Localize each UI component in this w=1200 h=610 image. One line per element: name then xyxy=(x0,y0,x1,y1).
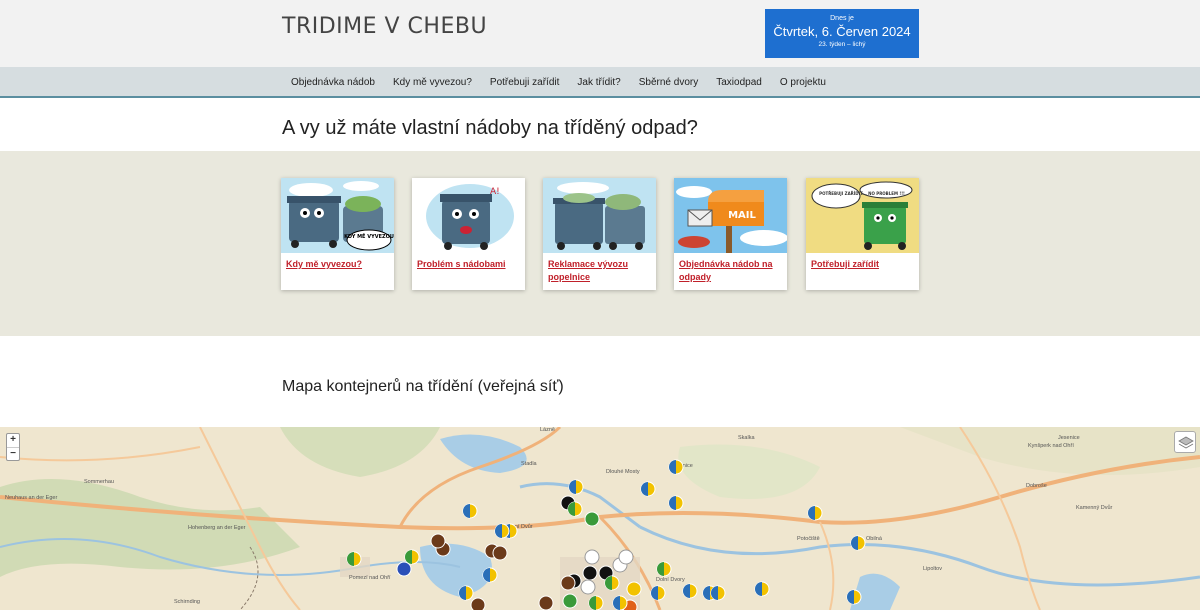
container-marker[interactable] xyxy=(560,575,576,591)
layers-icon xyxy=(1178,436,1194,449)
card-potrebuji-zaridit[interactable]: POTŘEBUJI ZAŘÍDIT... NO PROBLEM !!! Potř… xyxy=(806,178,919,290)
card-image-text: POTŘEBUJI ZAŘÍDIT... NO PROBLEM !!! xyxy=(819,191,905,196)
container-marker[interactable] xyxy=(470,597,486,610)
overflowing-bins-image xyxy=(543,178,656,253)
container-marker[interactable] xyxy=(846,589,862,605)
container-marker[interactable] xyxy=(492,545,508,561)
card-image-text: KDY MĚ VYVEZOU xyxy=(344,232,394,240)
layers-button[interactable] xyxy=(1174,431,1196,453)
logo-text: TRIDIME V CHEBU xyxy=(282,14,488,39)
site-logo[interactable]: TRIDIME V CHEBU xyxy=(282,14,487,39)
nav-item-kdy-me-vyvezou[interactable]: Kdy mě vyvezou? xyxy=(393,77,472,88)
card-label[interactable]: Problém s nádobami xyxy=(412,253,525,271)
map-title: Mapa kontejnerů na třídění (veřejná síť) xyxy=(282,378,564,395)
date-box: Dnes je Čtvrtek, 6. Červen 2024 23. týde… xyxy=(765,9,919,58)
container-marker[interactable] xyxy=(682,583,698,599)
container-marker[interactable] xyxy=(754,581,770,597)
container-marker[interactable] xyxy=(850,535,866,551)
container-marker[interactable] xyxy=(618,549,634,565)
container-marker[interactable] xyxy=(538,595,554,610)
card-reklamace-vyvozu[interactable]: Reklamace vývozu popelnice xyxy=(543,178,656,290)
container-marker[interactable] xyxy=(710,585,726,601)
containers-map[interactable]: + − Lázně Stadla Dlouhé Mosty Hohenberg … xyxy=(0,427,1200,610)
nav-item-o-projektu[interactable]: O projektu xyxy=(780,77,826,88)
container-marker[interactable] xyxy=(346,551,362,567)
container-marker[interactable] xyxy=(494,523,510,539)
container-marker[interactable] xyxy=(568,479,584,495)
nav-item-sberne-dvory[interactable]: Sběrné dvory xyxy=(639,77,698,88)
date-line1: Dnes je xyxy=(830,15,854,22)
container-marker[interactable] xyxy=(612,595,628,610)
zoom-out-button[interactable]: − xyxy=(7,447,19,460)
container-marker[interactable] xyxy=(626,581,642,597)
card-label[interactable]: Potřebuji zařídit xyxy=(806,253,919,271)
container-marker[interactable] xyxy=(604,575,620,591)
container-marker[interactable] xyxy=(582,565,598,581)
container-marker[interactable] xyxy=(580,579,596,595)
zoom-control: + − xyxy=(6,433,20,461)
container-marker[interactable] xyxy=(396,561,412,577)
container-marker[interactable] xyxy=(458,585,474,601)
card-problem-s-nadobami[interactable]: A! Problém s nádobami xyxy=(412,178,525,290)
nav-item-jak-tridit[interactable]: Jak třídit? xyxy=(577,77,620,88)
broken-bin-cartoon-image: A! xyxy=(412,178,525,253)
container-marker[interactable] xyxy=(584,549,600,565)
container-marker[interactable] xyxy=(584,511,600,527)
card-label[interactable]: Objednávka nádob na odpady xyxy=(674,253,787,284)
container-marker[interactable] xyxy=(430,533,446,549)
container-marker[interactable] xyxy=(482,567,498,583)
nav-item-potrebuji-zaridit[interactable]: Potřebuji zařídit xyxy=(490,77,559,88)
container-marker[interactable] xyxy=(650,585,666,601)
card-image-text: MAIL xyxy=(728,210,756,221)
bins-cartoon-image: KDY MĚ VYVEZOU xyxy=(281,178,394,253)
card-label[interactable]: Kdy mě vyvezou? xyxy=(281,253,394,271)
nav-item-objednavka-nadob[interactable]: Objednávka nádob xyxy=(291,77,375,88)
container-marker[interactable] xyxy=(807,505,823,521)
card-label[interactable]: Reklamace vývozu popelnice xyxy=(543,253,656,284)
page-title: A vy už máte vlastní nádoby na tříděný o… xyxy=(282,117,698,139)
container-marker[interactable] xyxy=(567,501,583,517)
nav-item-taxiodpad[interactable]: Taxiodpad xyxy=(716,77,762,88)
container-marker[interactable] xyxy=(462,503,478,519)
container-marker[interactable] xyxy=(656,561,672,577)
container-marker[interactable] xyxy=(588,595,604,610)
mailbox-cartoon-image: MAIL xyxy=(674,178,787,253)
cards-band: KDY MĚ VYVEZOU Kdy mě vyvezou? A! Problé… xyxy=(0,151,1200,336)
container-marker[interactable] xyxy=(640,481,656,497)
container-marker[interactable] xyxy=(668,495,684,511)
zoom-in-button[interactable]: + xyxy=(7,434,19,447)
green-bin-cartoon-image: POTŘEBUJI ZAŘÍDIT... NO PROBLEM !!! xyxy=(806,178,919,253)
container-markers xyxy=(346,459,866,610)
container-marker[interactable] xyxy=(562,593,578,609)
date-line3: 23. týden – lichý xyxy=(818,41,866,48)
card-kdy-me-vyvezou[interactable]: KDY MĚ VYVEZOU Kdy mě vyvezou? xyxy=(281,178,394,290)
site-header: TRIDIME V CHEBU Dnes je Čtvrtek, 6. Červ… xyxy=(0,0,1200,67)
date-line2: Čtvrtek, 6. Červen 2024 xyxy=(773,24,911,39)
main-nav: Objednávka nádob Kdy mě vyvezou? Potřebu… xyxy=(0,67,1200,98)
container-marker[interactable] xyxy=(668,459,684,475)
card-image-text: A! xyxy=(490,187,500,197)
card-objednavka-nadob[interactable]: MAIL Objednávka nádob na odpady xyxy=(674,178,787,290)
container-marker[interactable] xyxy=(404,549,420,565)
